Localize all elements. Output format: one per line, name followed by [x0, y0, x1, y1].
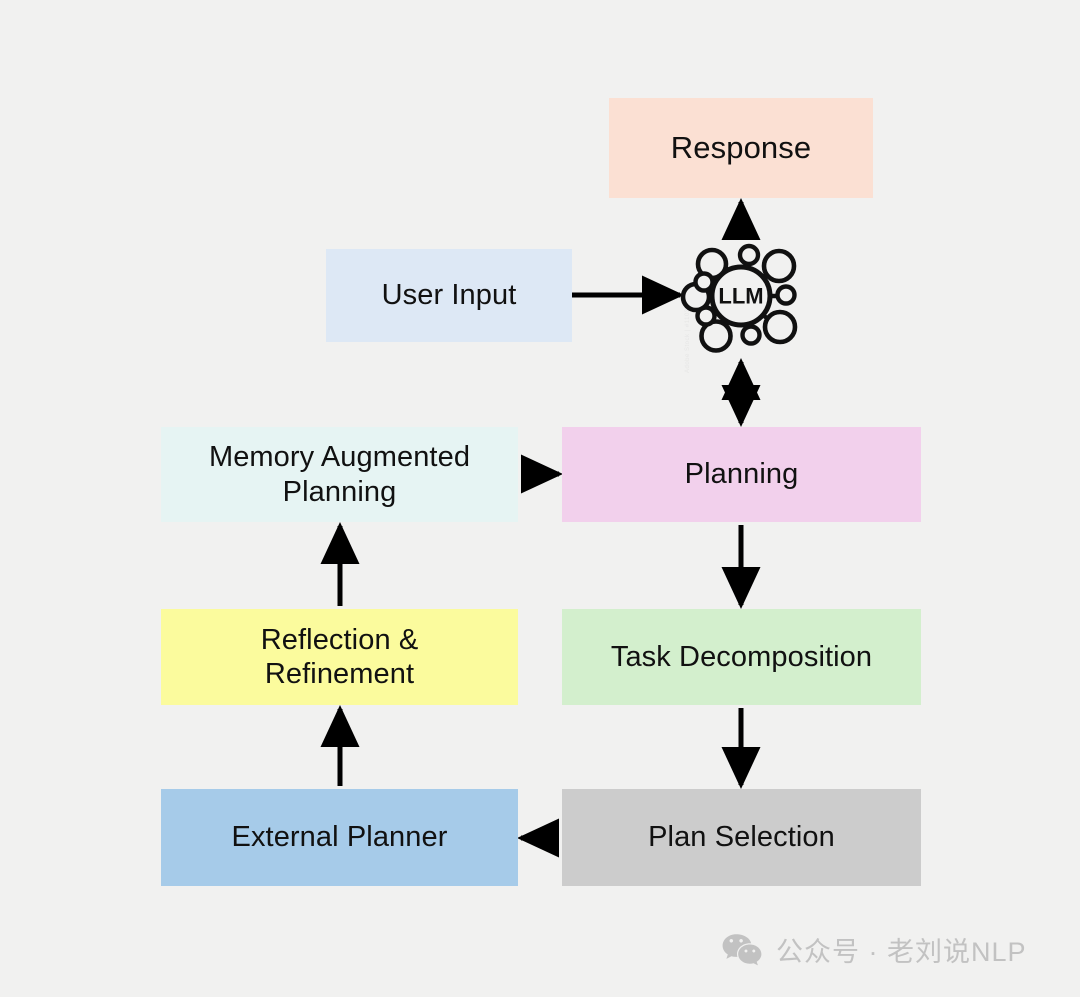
- node-plan-selection-label: Plan Selection: [648, 821, 835, 854]
- node-external-planner[interactable]: External Planner: [161, 789, 518, 886]
- node-response-label: Response: [670, 129, 812, 165]
- node-planning-label: Planning: [684, 458, 799, 491]
- node-external-planner-label: External Planner: [231, 821, 448, 854]
- llm-network-icon: LLM: [680, 243, 798, 353]
- node-memory-augmented-planning-label: Memory Augmented Planning: [208, 441, 471, 508]
- llm-icon-label: LLM: [718, 284, 763, 309]
- diagram-canvas: Response User Input Memory Augmented Pla…: [0, 0, 1080, 997]
- node-user-input[interactable]: User Input: [326, 249, 572, 342]
- node-reflection-refinement[interactable]: Reflection & Refinement: [161, 609, 518, 705]
- node-reflection-refinement-label: Reflection & Refinement: [260, 623, 419, 690]
- node-task-decomposition-label: Task Decomposition: [610, 640, 873, 673]
- watermark: 公众号 · 老刘说NLP: [722, 930, 1027, 969]
- node-user-input-label: User Input: [381, 279, 517, 312]
- node-response[interactable]: Response: [609, 98, 873, 198]
- wechat-icon: [722, 933, 762, 965]
- node-memory-augmented-planning[interactable]: Memory Augmented Planning: [161, 427, 518, 522]
- watermark-text: 公众号 · 老刘说NLP: [776, 937, 1027, 967]
- node-plan-selection[interactable]: Plan Selection: [562, 789, 921, 886]
- node-task-decomposition[interactable]: Task Decomposition: [562, 609, 921, 705]
- node-planning[interactable]: Planning: [562, 427, 921, 522]
